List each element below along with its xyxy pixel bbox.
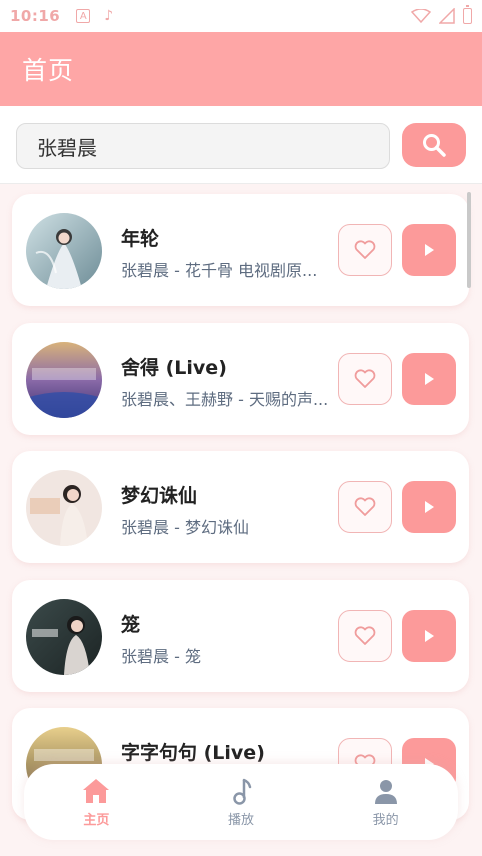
play-button[interactable] [402,610,456,662]
search-icon [423,134,446,157]
person-icon [374,779,397,804]
album-cover [26,342,102,418]
album-cover [26,470,102,546]
like-button[interactable] [338,610,392,662]
song-card[interactable]: 梦幻诛仙 张碧晨 - 梦幻诛仙 [12,451,469,563]
wifi-icon [411,9,431,23]
song-title: 梦幻诛仙 [121,485,198,507]
play-button[interactable] [402,481,456,533]
song-artist: 张碧晨 - 梦幻诛仙 [121,518,249,537]
song-title: 舍得 (Live) [121,357,227,379]
nav-item-home[interactable]: 主页 [46,777,146,828]
song-list[interactable]: 年轮 张碧晨 - 花千骨 电视剧原... 舍得 (Live) 张碧晨、王赫野 -… [0,184,482,856]
music-notification-icon: ♪ [104,8,114,24]
bottom-nav: 主页 播放 我的 [24,764,458,840]
heart-icon [354,626,376,645]
home-icon [83,778,110,803]
nav-label-mine: 我的 [372,812,399,828]
song-artist: 张碧晨 - 花千骨 电视剧原... [121,261,318,280]
status-indicators [411,5,472,24]
page-title: 首页 [22,56,75,85]
song-card[interactable]: 年轮 张碧晨 - 花千骨 电视剧原... [12,194,469,306]
play-button[interactable] [402,224,456,276]
album-cover [26,213,102,289]
nav-item-play[interactable]: 播放 [191,777,291,828]
notification-a-icon: A [76,9,91,23]
search-area: 张碧晨 [0,106,482,184]
song-title: 字字句句 (Live) [121,742,265,764]
play-button[interactable] [402,353,456,405]
nav-label-play: 播放 [227,812,254,828]
like-button[interactable] [338,353,392,405]
song-card[interactable]: 笼 张碧晨 - 笼 [12,580,469,692]
song-card[interactable]: 舍得 (Live) 张碧晨、王赫野 - 天赐的声... [12,323,469,435]
song-title: 笼 [121,614,141,636]
list-scrollbar[interactable] [467,192,471,288]
play-icon [425,630,434,642]
play-icon [425,373,434,385]
play-icon [425,244,434,256]
nav-label-home: 主页 [83,812,110,828]
song-artist: 张碧晨、王赫野 - 天赐的声... [121,390,329,409]
app-bar: 首页 [0,32,482,106]
nav-item-mine[interactable]: 我的 [336,777,436,828]
music-note-icon [233,778,252,805]
play-icon [425,501,434,513]
song-artist: 张碧晨 - 笼 [121,647,201,666]
album-cover [26,599,102,675]
signal-icon [439,8,455,24]
search-button[interactable] [402,123,466,167]
song-title: 年轮 [121,228,160,250]
heart-icon [354,240,376,259]
status-bar: 10:16 A ♪ [0,0,482,32]
heart-icon [354,369,376,388]
search-input[interactable]: 张碧晨 [16,123,390,169]
like-button[interactable] [338,481,392,533]
battery-icon [463,5,472,24]
like-button[interactable] [338,224,392,276]
status-time: 10:16 [10,7,61,25]
heart-icon [354,497,376,516]
